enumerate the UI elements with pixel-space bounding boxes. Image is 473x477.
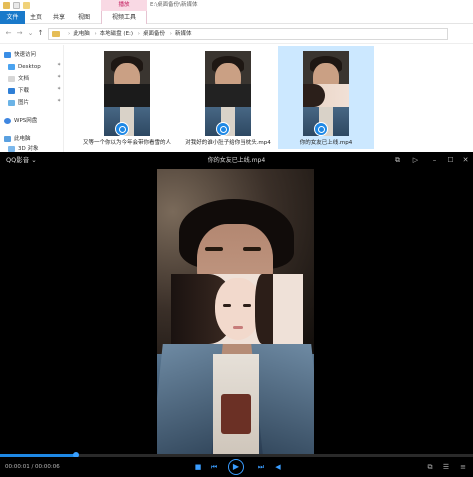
- picture-icon: [8, 99, 15, 106]
- pin-icon: ✶: [57, 98, 62, 104]
- sidebar-label: WPS网盘: [14, 118, 38, 124]
- qq-player-icon: [115, 122, 129, 136]
- qq-player-icon: [314, 122, 328, 136]
- player-controls: 00:00:01 / 00:00:06 ■ ⏮ ▶ ⏭ ◀ ⧉ ☰ ≡: [0, 457, 473, 477]
- navigation-pane: 快速访问 Desktop ✶ 文档 ✶ 下载 ✶ 图片 ✶ WPS网盘 此电脑 …: [0, 45, 64, 152]
- document-icon: [8, 75, 15, 82]
- breadcrumb-desktop-backup[interactable]: 桌面备份: [143, 31, 165, 37]
- file-item[interactable]: 对我好的谁小肚子给你当枕头.mp4: [180, 46, 276, 149]
- pin-top-icon[interactable]: ▷: [411, 156, 420, 165]
- previous-icon[interactable]: ⏮: [209, 462, 219, 472]
- player-titlebar: QQ影音 ⌄ 你的女友已上线.mp4 ⧉ ▷ – ☐ ✕: [0, 152, 473, 169]
- sidebar-item-documents[interactable]: 文档: [8, 74, 29, 84]
- desktop-icon: [8, 63, 15, 70]
- file-item[interactable]: 又等一个你以为今年会带你看雪的人: [79, 46, 175, 149]
- up-arrow-icon[interactable]: ↑: [36, 29, 45, 38]
- close-icon[interactable]: ✕: [461, 156, 470, 165]
- star-icon: [4, 51, 11, 58]
- sidebar-item-downloads[interactable]: 下载: [8, 86, 29, 96]
- tools-icon[interactable]: ⧉: [425, 462, 435, 472]
- breadcrumb-disk-e[interactable]: 本地磁盘 (E:): [100, 31, 133, 37]
- sidebar-label: 图片: [18, 100, 30, 106]
- properties-icon[interactable]: [13, 2, 20, 9]
- chevron-down-icon[interactable]: ⌄: [26, 29, 35, 38]
- download-icon: [8, 87, 15, 94]
- sidebar-label: 此电脑: [14, 136, 31, 142]
- playlist-icon[interactable]: ≡: [458, 462, 468, 472]
- context-tab-play[interactable]: 播放: [101, 0, 147, 11]
- breadcrumb-new-media[interactable]: 新媒体: [175, 31, 192, 37]
- file-explorer-window: 播放 E:\桌面备份\新媒体 文件 主页 共享 视图 视频工具 ← → ⌄ ↑ …: [0, 0, 473, 152]
- pin-icon: ✶: [57, 62, 62, 68]
- breadcrumb: › 此电脑 › 本地磁盘 (E:) › 桌面备份 › 新媒体: [68, 31, 192, 37]
- sidebar-item-3d-objects[interactable]: 3D 对象: [8, 144, 38, 152]
- next-icon[interactable]: ⏭: [256, 462, 266, 472]
- address-bar[interactable]: › 此电脑 › 本地磁盘 (E:) › 桌面备份 › 新媒体: [48, 28, 448, 40]
- context-tab-label: 播放: [118, 2, 130, 8]
- qq-player-window: QQ影音 ⌄ 你的女友已上线.mp4 ⧉ ▷ – ☐ ✕ 00:00:01 / …: [0, 152, 473, 477]
- minimize-icon[interactable]: –: [430, 156, 439, 165]
- settings-icon[interactable]: ☰: [441, 462, 451, 472]
- file-name: 又等一个你以为今年会带你看雪的人: [82, 140, 171, 146]
- computer-icon: [4, 135, 11, 142]
- tab-view[interactable]: 视图: [78, 11, 90, 24]
- back-arrow-icon[interactable]: ←: [4, 29, 13, 38]
- tab-file[interactable]: 文件: [0, 11, 25, 24]
- tab-share[interactable]: 共享: [53, 11, 65, 24]
- pin-icon: ✶: [57, 74, 62, 80]
- sidebar-item-quick-access[interactable]: 快速访问: [4, 50, 36, 60]
- tab-video-tools[interactable]: 视频工具: [101, 11, 147, 24]
- tab-home[interactable]: 主页: [30, 11, 42, 24]
- sidebar-item-this-pc[interactable]: 此电脑: [4, 134, 31, 144]
- file-name: 对我好的谁小肚子给你当枕头.mp4: [185, 140, 271, 146]
- sidebar-label: 快速访问: [14, 52, 37, 58]
- screenshot-icon[interactable]: ⧉: [393, 156, 402, 165]
- stop-icon[interactable]: ■: [193, 462, 203, 472]
- sidebar-label: 下载: [18, 88, 30, 94]
- qq-player-icon: [216, 122, 230, 136]
- address-row: ← → ⌄ ↑ › 此电脑 › 本地磁盘 (E:) › 桌面备份 › 新媒体: [0, 24, 473, 44]
- cube-icon: [8, 145, 15, 152]
- time-display: 00:00:01 / 00:00:06: [5, 464, 60, 470]
- ribbon-tabs: 文件 主页 共享 视图 视频工具: [0, 11, 473, 24]
- new-folder-icon[interactable]: [23, 2, 30, 9]
- file-item-selected[interactable]: 你的女友已上线.mp4: [278, 46, 374, 149]
- video-overlay-photo: [171, 274, 303, 344]
- breadcrumb-this-pc[interactable]: 此电脑: [73, 31, 90, 37]
- video-frame[interactable]: [157, 169, 314, 454]
- folder-icon: [52, 31, 60, 37]
- volume-icon[interactable]: ◀: [273, 462, 283, 472]
- sidebar-item-pictures[interactable]: 图片: [8, 98, 29, 108]
- forward-arrow-icon[interactable]: →: [15, 29, 24, 38]
- player-title: 你的女友已上线.mp4: [207, 157, 266, 164]
- sidebar-label: 文档: [18, 76, 30, 82]
- cloud-icon: [4, 117, 11, 124]
- sidebar-item-wps[interactable]: WPS网盘: [4, 116, 37, 126]
- file-name: 你的女友已上线.mp4: [299, 140, 353, 146]
- play-icon[interactable]: ▶: [228, 459, 244, 475]
- sidebar-label: Desktop: [18, 64, 41, 70]
- folder-icon[interactable]: [3, 2, 10, 9]
- sidebar-item-desktop[interactable]: Desktop: [8, 62, 41, 72]
- maximize-icon[interactable]: ☐: [446, 156, 455, 165]
- window-title: E:\桌面备份\新媒体: [150, 2, 198, 8]
- pin-icon: ✶: [57, 86, 62, 92]
- explorer-titlebar: 播放 E:\桌面备份\新媒体: [0, 0, 473, 11]
